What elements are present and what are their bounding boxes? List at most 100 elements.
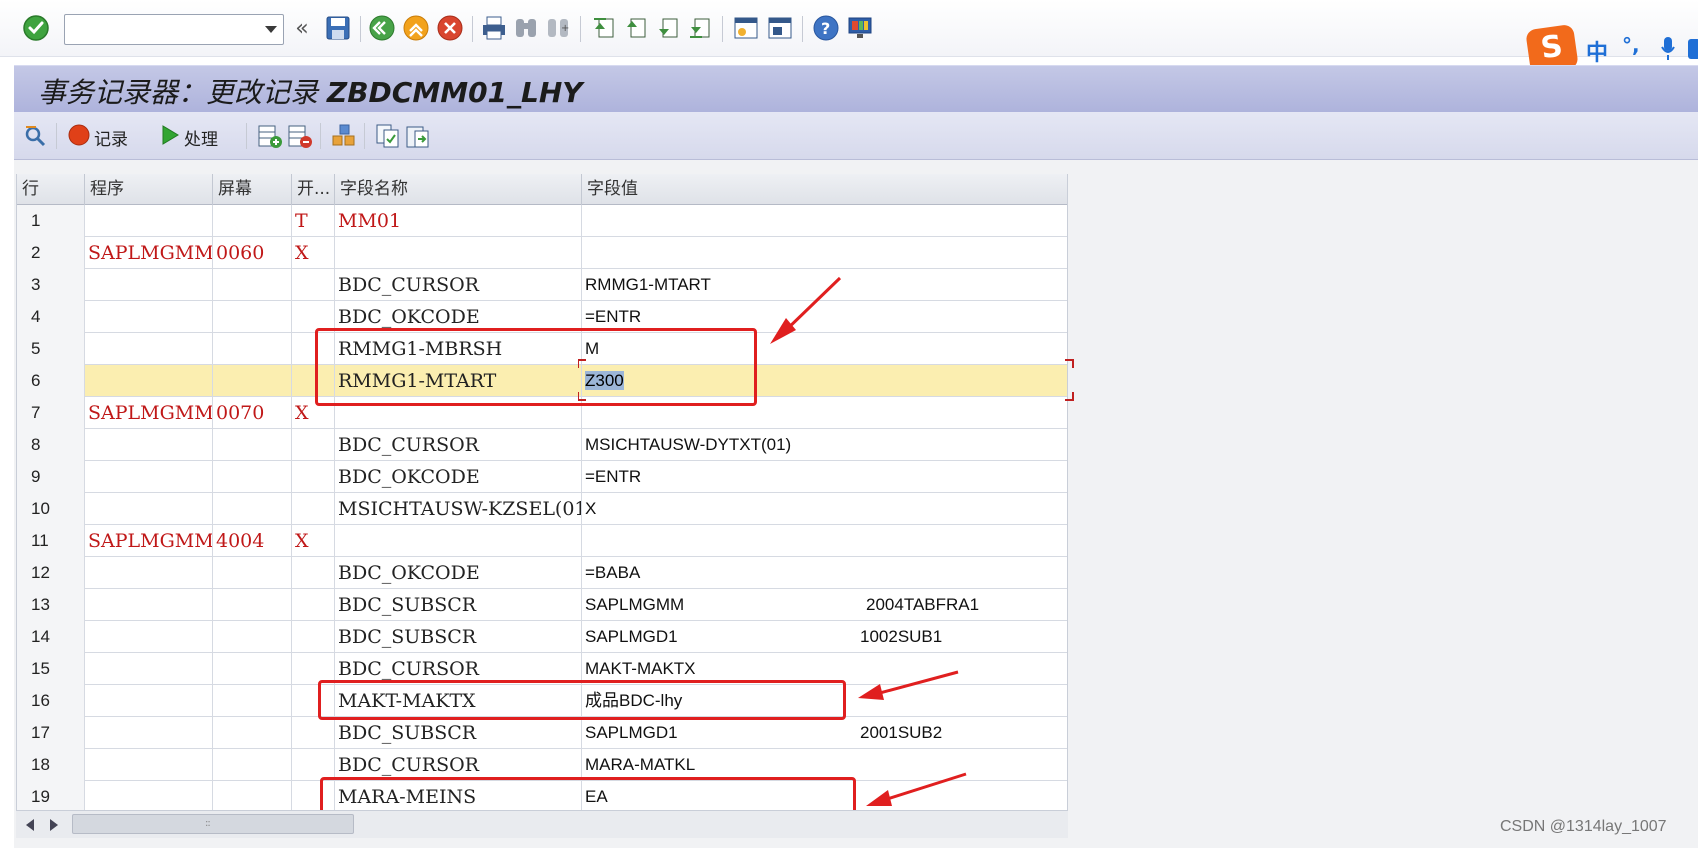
cancel-icon[interactable] bbox=[436, 14, 464, 42]
screen-structure-icon[interactable] bbox=[330, 122, 358, 150]
column-header-program[interactable]: 程序 bbox=[85, 174, 213, 205]
previous-page-icon[interactable] bbox=[622, 14, 650, 42]
first-page-icon[interactable] bbox=[590, 14, 618, 42]
program-cell[interactable] bbox=[85, 429, 213, 461]
column-header-start[interactable]: 开... bbox=[292, 174, 335, 205]
field-name-cell[interactable]: BDC_SUBSCR bbox=[335, 717, 582, 749]
screen-cell[interactable] bbox=[213, 621, 292, 653]
screen-cell[interactable] bbox=[213, 269, 292, 301]
column-header-field-value[interactable]: 字段值 bbox=[582, 174, 1067, 205]
record-button[interactable]: 记录 bbox=[94, 125, 128, 150]
expand-icon[interactable]: « bbox=[294, 14, 310, 42]
table-row[interactable]: 8 BDC_CURSOR MSICHTAUSW-DYTXT(01) bbox=[17, 429, 1067, 461]
customize-layout-icon[interactable] bbox=[846, 14, 874, 42]
process-button[interactable]: 处理 bbox=[184, 125, 218, 150]
column-header-field-name[interactable]: 字段名称 bbox=[335, 174, 582, 205]
screen-cell[interactable] bbox=[213, 589, 292, 621]
program-cell[interactable] bbox=[85, 365, 213, 397]
start-flag-cell[interactable] bbox=[292, 461, 335, 493]
program-cell[interactable] bbox=[85, 461, 213, 493]
program-cell[interactable] bbox=[85, 685, 213, 717]
table-row[interactable]: 14 BDC_SUBSCR SAPLMGD1 1002SUB1 bbox=[17, 621, 1067, 653]
table-row[interactable]: 12 BDC_OKCODE =BABA bbox=[17, 557, 1067, 589]
ime-more-icon[interactable] bbox=[1688, 39, 1698, 59]
column-header-line[interactable]: 行 bbox=[17, 174, 85, 205]
ime-punct-toggle[interactable]: °, bbox=[1622, 33, 1640, 57]
scroll-left-icon[interactable] bbox=[26, 819, 34, 831]
field-name-cell[interactable]: BDC_OKCODE bbox=[335, 557, 582, 589]
program-cell[interactable]: SAPLMGMM bbox=[85, 397, 213, 429]
field-name-cell[interactable]: BDC_CURSOR bbox=[335, 269, 582, 301]
process-play-icon[interactable] bbox=[160, 124, 180, 146]
screen-cell[interactable] bbox=[213, 557, 292, 589]
screen-cell[interactable] bbox=[213, 205, 292, 237]
find-icon[interactable] bbox=[512, 14, 540, 42]
field-name-cell[interactable] bbox=[335, 237, 582, 269]
table-row[interactable]: 17 BDC_SUBSCR SAPLMGD1 2001SUB2 bbox=[17, 717, 1067, 749]
field-value-cell[interactable]: RMMG1-MTART bbox=[582, 269, 1067, 301]
next-page-icon[interactable] bbox=[654, 14, 682, 42]
editor-settings-icon[interactable] bbox=[22, 122, 50, 150]
command-field[interactable] bbox=[64, 14, 284, 45]
program-cell[interactable] bbox=[85, 717, 213, 749]
start-flag-cell[interactable] bbox=[292, 557, 335, 589]
help-icon[interactable]: ? bbox=[812, 14, 840, 42]
find-next-icon[interactable]: + bbox=[544, 14, 572, 42]
back-icon[interactable] bbox=[368, 14, 396, 42]
create-session-icon[interactable] bbox=[732, 14, 760, 42]
screen-cell[interactable] bbox=[213, 493, 292, 525]
screen-cell[interactable] bbox=[213, 333, 292, 365]
start-flag-cell[interactable] bbox=[292, 589, 335, 621]
scroll-right-icon[interactable] bbox=[50, 819, 58, 831]
table-row[interactable]: 10 MSICHTAUSW-KZSEL(01) X bbox=[17, 493, 1067, 525]
column-header-screen[interactable]: 屏幕 bbox=[213, 174, 292, 205]
screen-cell[interactable] bbox=[213, 685, 292, 717]
start-flag-cell[interactable] bbox=[292, 429, 335, 461]
start-flag-cell[interactable]: T bbox=[292, 205, 335, 237]
start-flag-cell[interactable] bbox=[292, 493, 335, 525]
start-flag-cell[interactable] bbox=[292, 717, 335, 749]
enter-check-icon[interactable] bbox=[22, 14, 50, 42]
start-flag-cell[interactable]: X bbox=[292, 237, 335, 269]
start-flag-cell[interactable] bbox=[292, 269, 335, 301]
program-cell[interactable] bbox=[85, 269, 213, 301]
field-value-cell[interactable] bbox=[582, 237, 1067, 269]
save-icon[interactable] bbox=[324, 14, 352, 42]
table-row[interactable]: 9 BDC_OKCODE =ENTR bbox=[17, 461, 1067, 493]
program-cell[interactable] bbox=[85, 333, 213, 365]
screen-cell[interactable] bbox=[213, 301, 292, 333]
last-page-icon[interactable] bbox=[686, 14, 714, 42]
exit-icon[interactable] bbox=[402, 14, 430, 42]
field-name-cell[interactable]: BDC_CURSOR bbox=[335, 429, 582, 461]
field-value-cell[interactable]: SAPLMGD1 2001SUB2 bbox=[582, 717, 1067, 749]
screen-cell[interactable] bbox=[213, 653, 292, 685]
screen-cell[interactable] bbox=[213, 717, 292, 749]
field-value-cell[interactable]: SAPLMGD1 1002SUB1 bbox=[582, 621, 1067, 653]
field-value-cell[interactable]: =ENTR bbox=[582, 461, 1067, 493]
copy-icon[interactable] bbox=[374, 122, 402, 150]
field-value-cell[interactable] bbox=[582, 205, 1067, 237]
program-cell[interactable] bbox=[85, 621, 213, 653]
program-cell[interactable] bbox=[85, 589, 213, 621]
microphone-icon[interactable] bbox=[1660, 35, 1675, 63]
shortcut-icon[interactable] bbox=[766, 14, 794, 42]
program-cell[interactable] bbox=[85, 557, 213, 589]
command-input[interactable] bbox=[65, 15, 255, 42]
insert-row-icon[interactable] bbox=[256, 122, 284, 150]
table-row[interactable]: 2 SAPLMGMM 0060 X bbox=[17, 237, 1067, 269]
field-name-cell[interactable]: BDC_SUBSCR bbox=[335, 621, 582, 653]
screen-cell[interactable]: 0070 bbox=[213, 397, 292, 429]
screen-cell[interactable] bbox=[213, 461, 292, 493]
field-value-cell[interactable]: X bbox=[582, 493, 1067, 525]
field-value-cell[interactable]: =BABA bbox=[582, 557, 1067, 589]
field-value-cell[interactable]: MSICHTAUSW-DYTXT(01) bbox=[582, 429, 1067, 461]
table-row[interactable]: 1 T MM01 bbox=[17, 205, 1067, 237]
program-cell[interactable] bbox=[85, 653, 213, 685]
record-icon[interactable] bbox=[68, 124, 90, 146]
screen-cell[interactable]: 4004 bbox=[213, 525, 292, 557]
program-cell[interactable] bbox=[85, 301, 213, 333]
screen-cell[interactable]: 0060 bbox=[213, 237, 292, 269]
print-icon[interactable] bbox=[480, 14, 508, 42]
program-cell[interactable] bbox=[85, 205, 213, 237]
start-flag-cell[interactable] bbox=[292, 621, 335, 653]
